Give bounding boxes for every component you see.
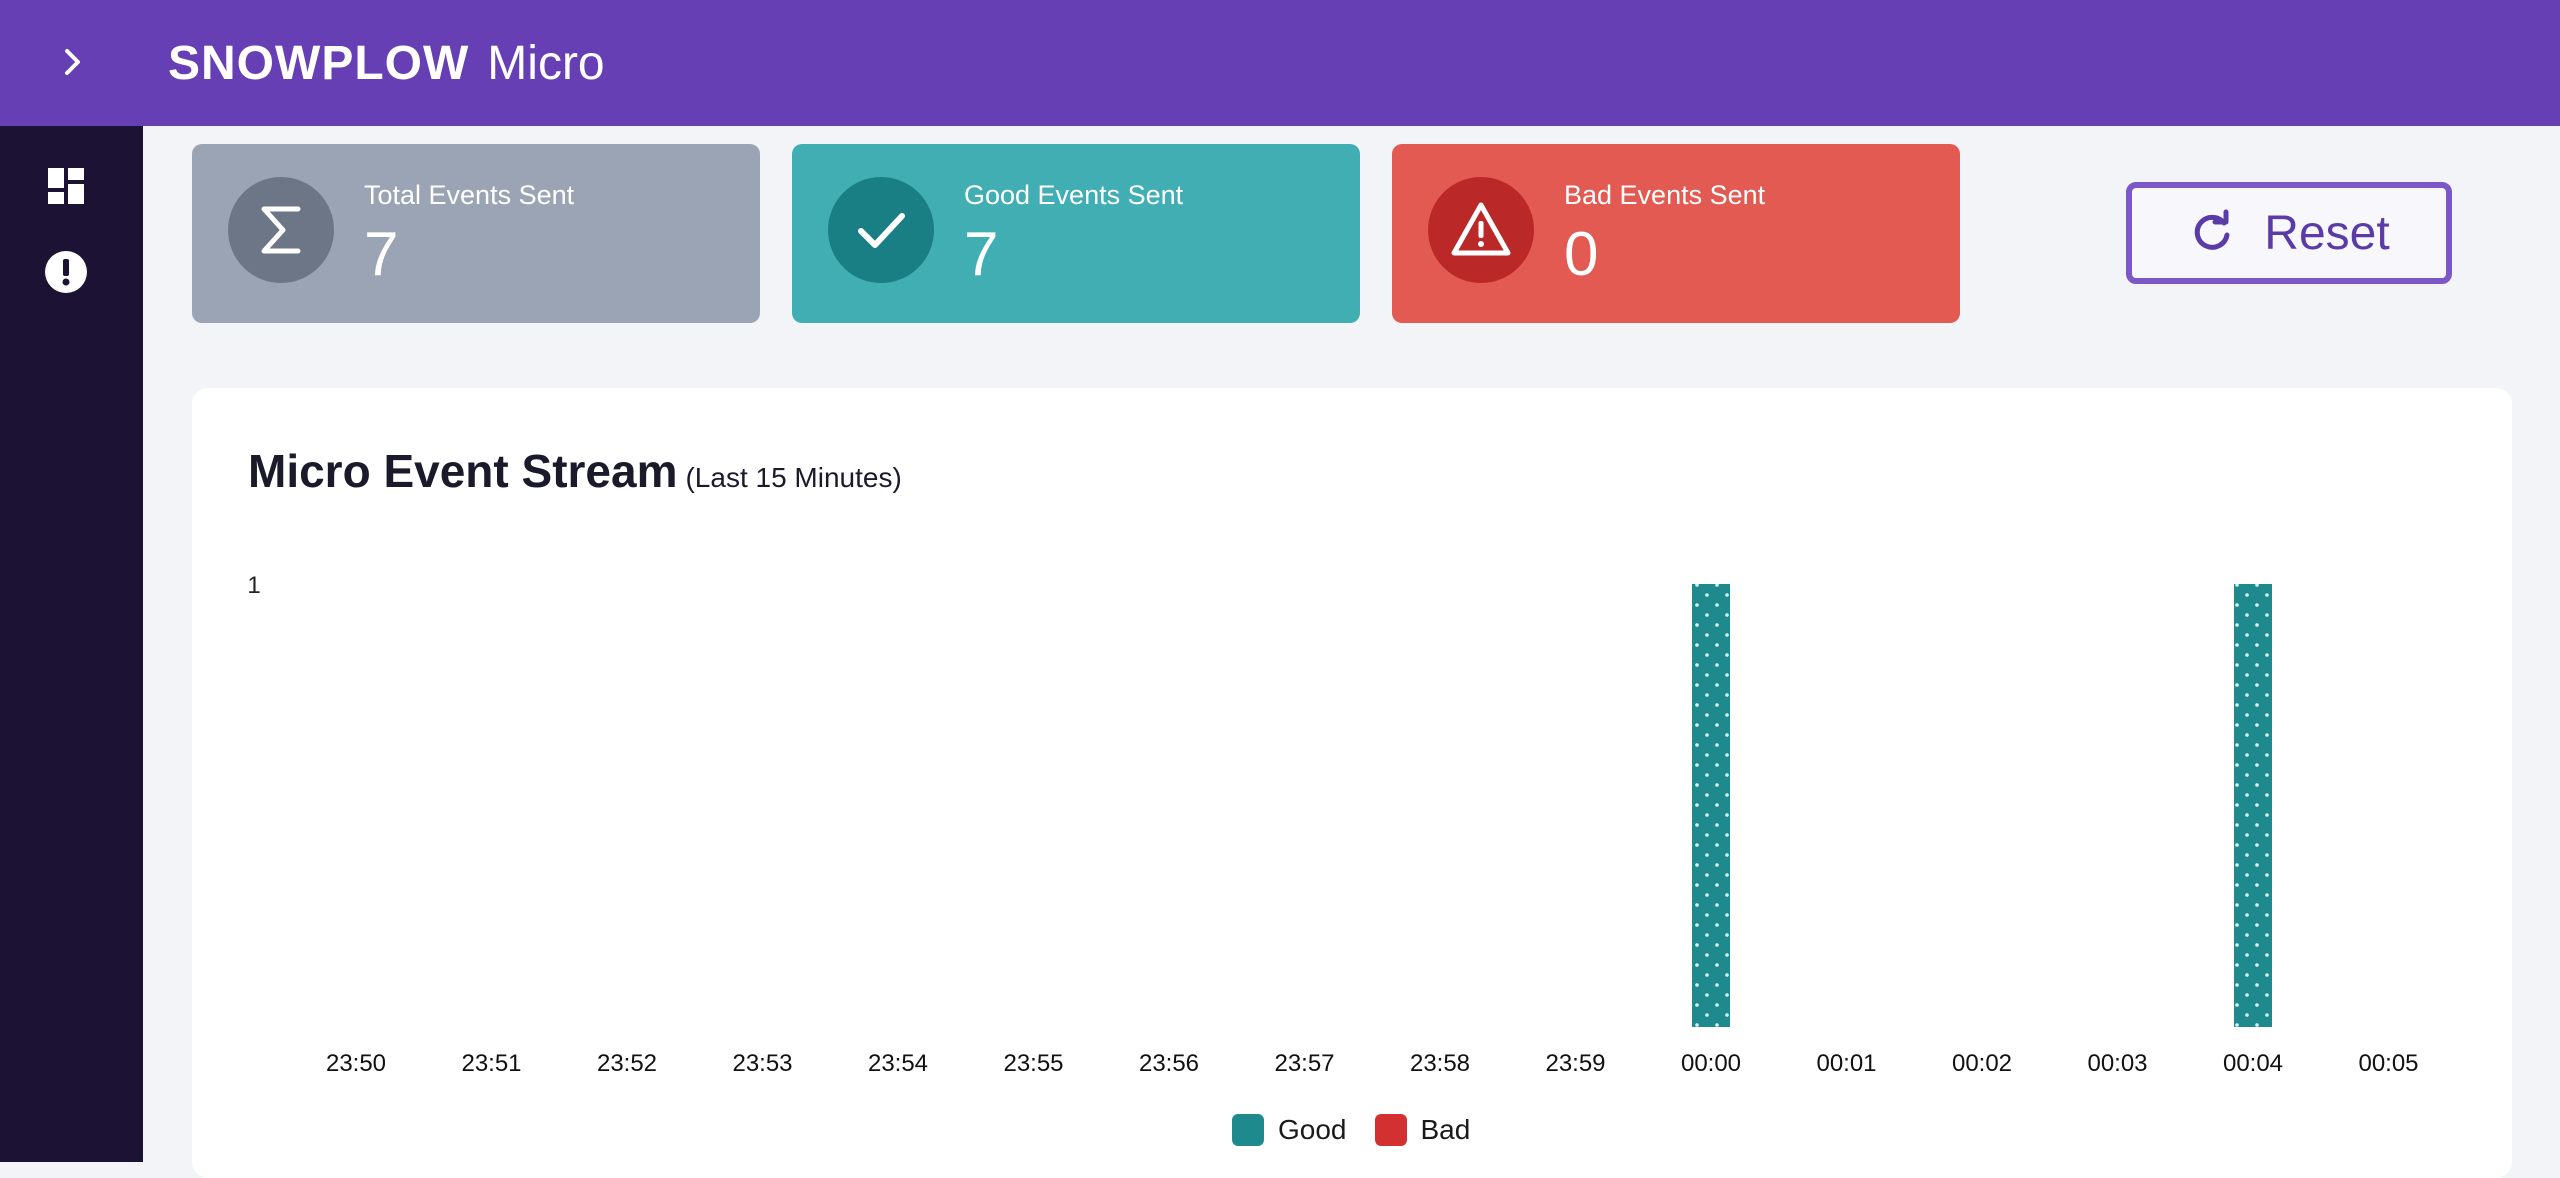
warning-icon <box>1451 202 1511 256</box>
x-tick-label: 23:56 <box>1139 1050 1199 1077</box>
app-brand: SNOWPLOW Micro <box>168 30 605 96</box>
total-events-value: 7 <box>364 220 399 289</box>
x-tick-label: 00:02 <box>1952 1050 2012 1077</box>
good-events-label: Good Events Sent <box>964 180 1184 210</box>
bar-good-0004[interactable] <box>2234 584 2272 1027</box>
brand-name: SNOWPLOW <box>168 36 470 90</box>
x-tick-label: 23:51 <box>461 1050 521 1077</box>
x-tick-label: 23:58 <box>1410 1050 1470 1077</box>
x-tick-label: 00:01 <box>1816 1050 1876 1077</box>
chart-title: Micro Event Stream (Last 15 Minutes) <box>248 444 902 504</box>
sigma-icon <box>261 206 301 254</box>
x-tick-label: 00:03 <box>2087 1050 2147 1077</box>
bad-events-card: Bad Events Sent 0 <box>1392 144 1960 323</box>
total-events-label: Total Events Sent <box>364 180 575 210</box>
event-stream-chart: 1 23:50 23:51 23:52 23:53 23:54 23:55 23:56 23:5… <box>247 572 2418 1077</box>
x-tick-label: 23:55 <box>1003 1050 1063 1077</box>
x-tick-label: 23:59 <box>1545 1050 1605 1077</box>
x-tick-label: 00:00 <box>1681 1050 1741 1077</box>
x-tick-label: 23:54 <box>868 1050 928 1077</box>
reset-button[interactable]: Reset <box>2126 182 2452 284</box>
good-events-badge <box>828 177 934 283</box>
bad-events-value: 0 <box>1564 220 1599 289</box>
expand-sidebar-button[interactable] <box>50 38 94 86</box>
refresh-icon <box>2195 209 2230 250</box>
alert-circle-icon <box>45 251 87 293</box>
x-tick-label: 23:53 <box>732 1050 792 1077</box>
dashboard-icon <box>48 168 84 204</box>
legend-label-bad: Bad <box>1420 1114 1471 1145</box>
check-icon <box>858 213 905 248</box>
x-tick-label: 00:04 <box>2223 1050 2283 1077</box>
reset-label: Reset <box>2264 206 2390 260</box>
legend-item-good[interactable]: Good <box>1232 1114 1347 1146</box>
y-tick-label: 1 <box>247 572 260 599</box>
legend-swatch-bad <box>1374 1114 1407 1146</box>
total-events-badge <box>228 177 334 283</box>
x-tick-label: 23:52 <box>597 1050 657 1077</box>
chevron-right-icon <box>65 49 80 75</box>
x-tick-label: 23:50 <box>326 1050 386 1077</box>
bar-good-0000[interactable] <box>1692 584 1730 1027</box>
good-events-card: Good Events Sent 7 <box>792 144 1360 323</box>
bad-events-label: Bad Events Sent <box>1564 180 1766 210</box>
x-tick-label: 00:05 <box>2358 1050 2418 1077</box>
chart-legend: Good Bad <box>1232 1110 1498 1150</box>
brand-product: Micro <box>487 36 605 90</box>
sidebar <box>0 126 143 1162</box>
legend-label-good: Good <box>1278 1114 1347 1145</box>
top-app-bar: SNOWPLOW Micro <box>0 0 2560 126</box>
chart-title-subtitle: (Last 15 Minutes) <box>685 462 902 493</box>
x-tick-label: 23:57 <box>1274 1050 1334 1077</box>
chart-title-main: Micro Event Stream <box>248 445 678 497</box>
sidebar-item-errors[interactable] <box>44 250 88 294</box>
good-events-value: 7 <box>964 220 999 289</box>
total-events-card: Total Events Sent 7 <box>192 144 760 323</box>
bad-events-badge <box>1428 177 1534 283</box>
legend-swatch-good <box>1232 1114 1264 1146</box>
legend-item-bad[interactable]: Bad <box>1374 1114 1471 1146</box>
sidebar-item-dashboard[interactable] <box>44 164 88 208</box>
